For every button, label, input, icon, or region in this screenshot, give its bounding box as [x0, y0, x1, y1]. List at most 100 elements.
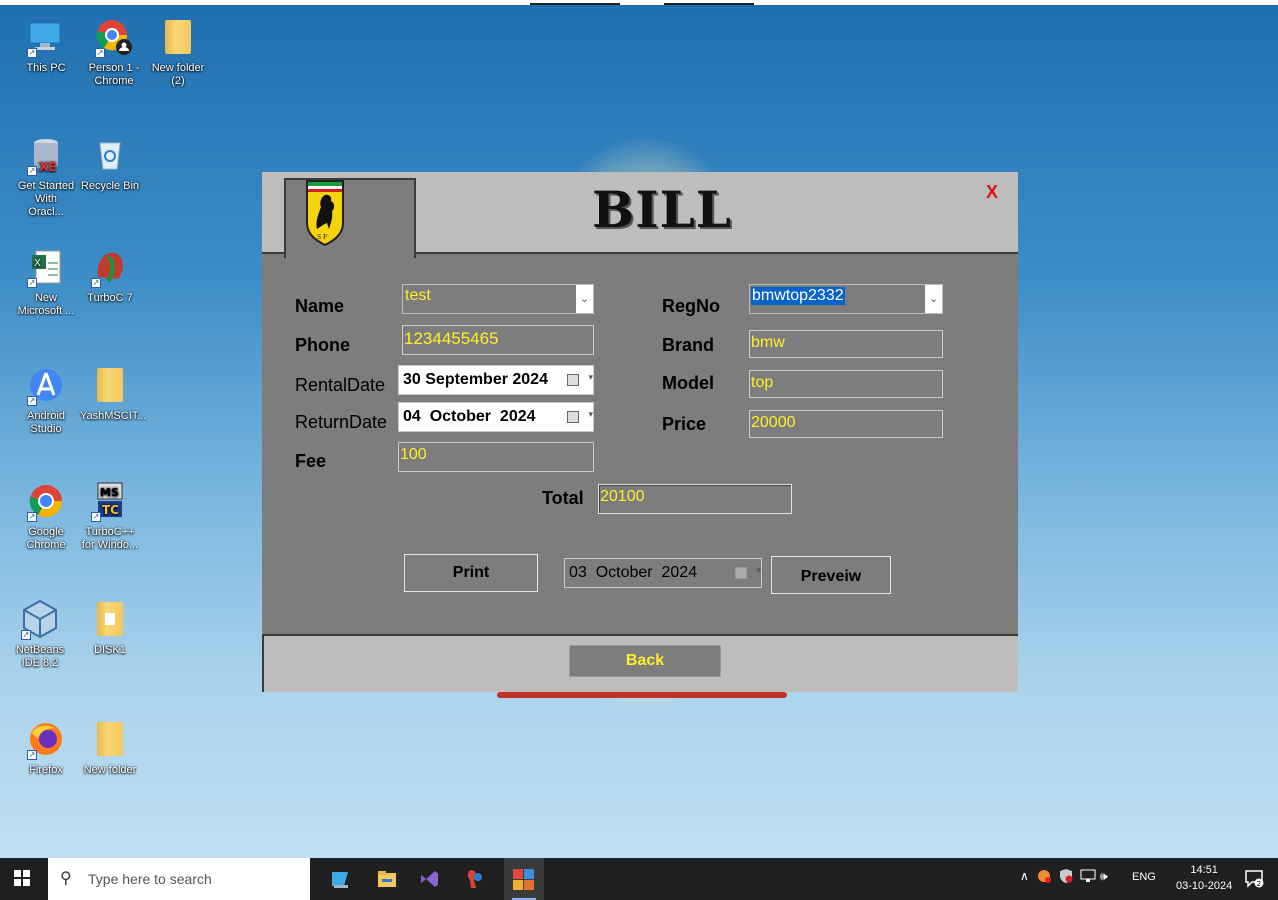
fee-label: Fee	[295, 451, 327, 471]
tray-app-icon[interactable]	[1036, 868, 1052, 887]
desktop-icon-label: DISK1	[94, 644, 126, 656]
desktop-icon-label: Get Started With Oracl...	[17, 180, 75, 218]
calendar-icon[interactable]	[567, 411, 579, 423]
svg-text:X: X	[34, 258, 41, 269]
phone-field[interactable]: 1234455465	[402, 325, 594, 355]
desktop-icon-label: TurboC 7	[87, 292, 133, 304]
print-button[interactable]: Print	[404, 554, 538, 592]
chevron-down-icon[interactable]: ⌄	[576, 285, 593, 313]
name-label: Name	[295, 296, 345, 316]
clock[interactable]: 14:51 03-10-2024	[1176, 862, 1232, 894]
total-label: Total	[542, 488, 584, 508]
folder-icon	[89, 364, 131, 406]
regno-combo[interactable]: bmwtop2332 ⌄	[749, 284, 943, 314]
desktop-icon-disk1[interactable]: DISK1	[80, 598, 140, 657]
desktop-icon-label: NetBeans IDE 8.2	[15, 644, 65, 669]
svg-text:XE: XE	[39, 160, 56, 174]
chevron-down-icon[interactable]: ⌄	[925, 285, 942, 313]
logo-tab	[284, 178, 416, 258]
oracle-xe-icon: XE ↗	[25, 134, 67, 176]
desktop-icon-firefox[interactable]: ↗ Firefox	[16, 718, 76, 777]
model-field[interactable]: top	[749, 370, 943, 398]
chevron-up-icon[interactable]: ∧	[1020, 869, 1029, 883]
task-view-icon[interactable]	[330, 868, 352, 890]
desktop-icon-new-excel[interactable]: X ↗ New Microsoft ...	[16, 246, 76, 318]
notification-icon[interactable]: 2	[1244, 868, 1264, 891]
folder-icon	[89, 598, 131, 640]
print-date-picker[interactable]: 03 October 2024 ▾	[564, 558, 762, 588]
desktop-icon-label: New Microsoft ...	[17, 292, 75, 317]
java-app-icon[interactable]	[504, 858, 544, 900]
desktop-icon-new-folder-2[interactable]: New folder (2)	[148, 16, 208, 88]
caret-down-icon: ▾	[588, 372, 593, 382]
brand-field[interactable]: bmw	[749, 330, 943, 358]
page-title: BILL	[592, 180, 732, 239]
paint-app-icon[interactable]	[464, 868, 486, 890]
search-icon: ⚲	[60, 870, 72, 887]
visual-studio-icon[interactable]	[418, 868, 440, 890]
return-date-picker[interactable]: 04 October 2024 ▾	[398, 402, 594, 432]
file-explorer-icon[interactable]	[376, 868, 398, 890]
svg-text:S F: S F	[317, 234, 327, 241]
folder-icon	[89, 718, 131, 760]
bill-window: S F BILL X Name test ⌄ Phone 1234455465 …	[262, 172, 1018, 692]
desktop-icon-google-chrome[interactable]: ↗ Google Chrome	[16, 480, 76, 552]
preview-button[interactable]: Preveiw	[771, 556, 891, 594]
firefox-icon: ↗	[25, 718, 67, 760]
turboc-icon: ↗	[89, 246, 131, 288]
desktop-icon-this-pc[interactable]: ↗ This PC	[16, 16, 76, 75]
desktop-icon-label: New folder (2)	[151, 62, 205, 87]
desktop-icon-person-chrome[interactable]: ↗ Person 1 - Chrome	[84, 16, 144, 88]
desktop-icon-label: Recycle Bin	[80, 180, 140, 192]
netbeans-icon: ↗	[19, 598, 61, 640]
clock-date: 03-10-2024	[1176, 880, 1233, 892]
search-box[interactable]: ⚲ Type here to search	[48, 858, 310, 900]
ferrari-logo: S F	[305, 179, 345, 247]
price-field[interactable]: 20000	[749, 410, 943, 438]
desktop-icon-label: YashMSCIT...	[80, 410, 147, 422]
android-studio-icon: ↗	[25, 364, 67, 406]
top-strip	[0, 0, 1278, 5]
fee-field[interactable]: 100	[398, 442, 594, 472]
calendar-icon[interactable]	[735, 567, 747, 579]
desktop-icon-recycle-bin[interactable]: Recycle Bin	[80, 134, 140, 193]
phone-label: Phone	[295, 335, 351, 355]
desktop-icon-turboc7[interactable]: ↗ TurboC 7	[80, 246, 140, 305]
windows-start-icon[interactable]	[14, 870, 30, 886]
back-button[interactable]: Back	[568, 644, 722, 678]
security-shield-icon[interactable]	[1058, 868, 1074, 887]
desktop-icon-new-folder[interactable]: New folder	[80, 718, 140, 777]
taskbar: ⚲ Type here to search ∧ 🕪 ENG 14:51 03-1…	[0, 858, 1278, 900]
svg-text:MS: MS	[100, 486, 119, 499]
regno-value: bmwtop2332	[751, 287, 845, 305]
total-field[interactable]: 20100	[598, 484, 792, 514]
desktop-icon-android-studio[interactable]: ↗ Android Studio	[16, 364, 76, 436]
return-date-value: 04 October 2024	[403, 408, 536, 425]
desktop-icon-oracle[interactable]: XE ↗ Get Started With Oracl...	[16, 134, 76, 219]
language-indicator[interactable]: ENG	[1132, 871, 1156, 883]
desktop-icon-label: Person 1 - Chrome	[88, 62, 140, 87]
desktop-icon-label: Firefox	[29, 764, 63, 776]
chrome-icon: ↗	[25, 480, 67, 522]
close-button[interactable]: X	[986, 182, 998, 203]
calendar-icon[interactable]	[567, 374, 579, 386]
turbocpp-icon: MS TC ↗	[89, 480, 131, 522]
rental-date-picker[interactable]: 30 September 2024 ▾	[398, 365, 594, 395]
desktop-icon-netbeans[interactable]: ↗ NetBeans IDE 8.2	[10, 598, 70, 670]
search-placeholder: Type here to search	[88, 871, 212, 887]
desktop-icon-label: Android Studio	[27, 410, 65, 435]
volume-icon[interactable]: 🕪	[1100, 869, 1108, 884]
network-icon[interactable]	[1080, 869, 1096, 886]
name-value: test	[405, 287, 431, 304]
model-label: Model	[662, 373, 714, 393]
desktop-icon-turbocpp[interactable]: MS TC ↗ TurboC++ for Windo...	[80, 480, 140, 552]
svg-text:TC: TC	[102, 503, 119, 517]
desktop-icon-yashmscit[interactable]: YashMSCIT...	[80, 364, 147, 423]
rental-date-value: 30 September 2024	[403, 371, 548, 388]
wallpaper-red-bar	[497, 692, 787, 698]
name-combo[interactable]: test ⌄	[402, 284, 594, 314]
recycle-bin-icon	[89, 134, 131, 176]
brand-label: Brand	[662, 335, 715, 355]
excel-file-icon: X ↗	[25, 246, 67, 288]
print-date-value: 03 October 2024	[569, 564, 698, 581]
